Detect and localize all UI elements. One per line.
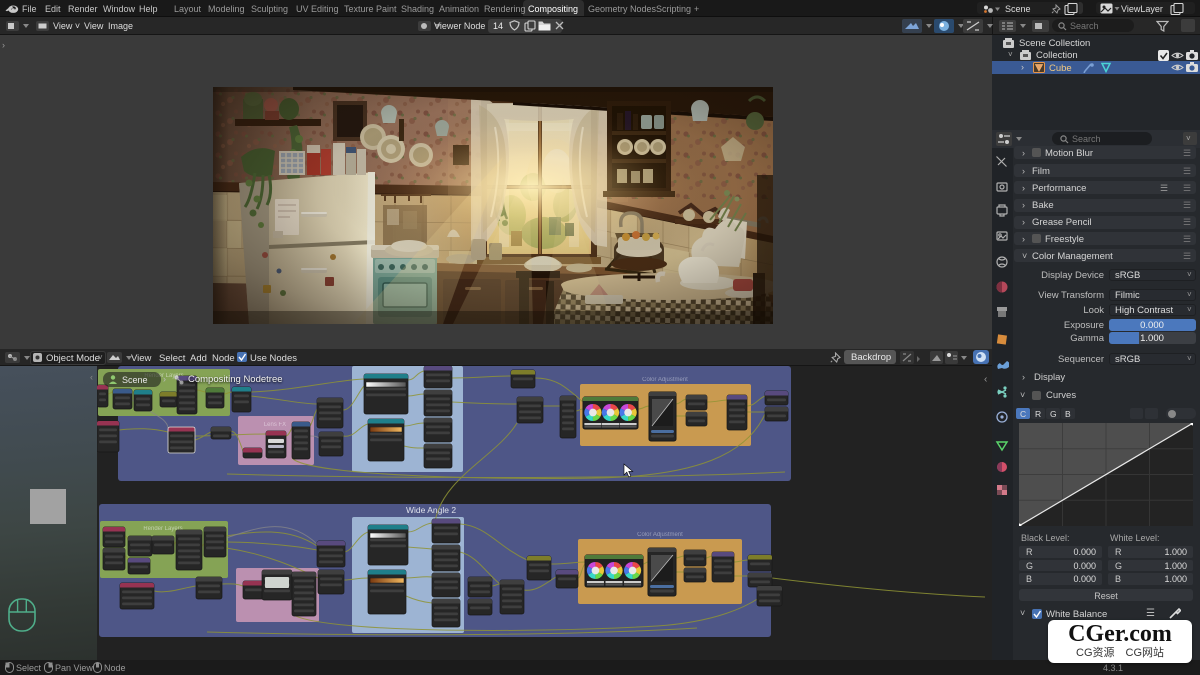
svg-text:Color Adjustment: Color Adjustment <box>642 377 688 383</box>
svg-text:Lens FX: Lens FX <box>264 422 286 428</box>
svg-text:Wide Angle 2: Wide Angle 2 <box>406 505 456 515</box>
svg-text:Color Adjustment: Color Adjustment <box>637 532 683 538</box>
